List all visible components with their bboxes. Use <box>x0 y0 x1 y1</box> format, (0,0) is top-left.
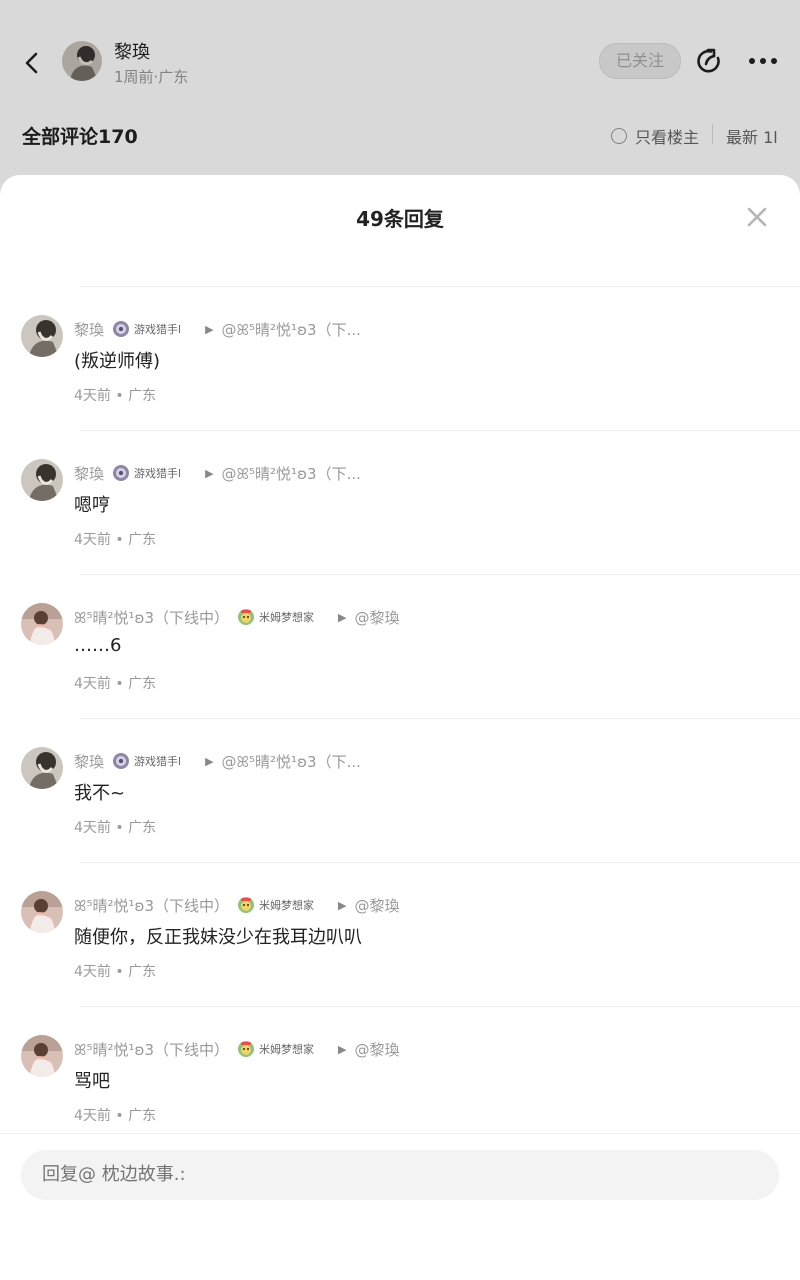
reply-header: ꕤ⁵晴²悦¹ʚ3（下线中） 米姆梦想家 ▶ @黎瑍 <box>74 607 400 627</box>
divider <box>0 1133 800 1134</box>
reply-item[interactable]: ꕤ⁵晴²悦¹ʚ3（下线中） 米姆梦想家 ▶ @黎瑍随便你，反正我妹没少在我耳边叭叭 4天… <box>0 863 800 1007</box>
user-badge-label: 米姆梦想家 <box>259 611 315 624</box>
reply-target-user[interactable]: @ꕤ⁵晴²悦¹ʚ3（下... <box>222 463 361 484</box>
reply-to-arrow-icon: ▶ <box>338 610 347 624</box>
reply-to-arrow-icon: ▶ <box>205 754 214 768</box>
reply-target-user[interactable]: @黎瑍 <box>355 895 400 916</box>
reply-username[interactable]: 黎瑍 <box>74 463 104 484</box>
reply-text: 随便你，反正我妹没少在我耳边叭叭 <box>74 927 362 948</box>
reply-header: 黎瑍 游戏猎手l ▶ @ꕤ⁵晴²悦¹ʚ3（下... <box>74 463 361 483</box>
reply-time-location: 4天前 • 广东 <box>74 820 157 836</box>
sheet-title: 49条回复 <box>356 207 444 231</box>
reply-username[interactable]: ꕤ⁵晴²悦¹ʚ3（下线中） <box>74 1039 229 1060</box>
reply-to-arrow-icon: ▶ <box>205 322 214 336</box>
replies-sheet: 49条回复 黎瑍 游戏猎手l ▶ @ꕤ⁵晴²悦¹ʚ3（下... (叛逆师傅) 4天前 • … <box>0 175 800 1280</box>
reply-target-user[interactable]: @ꕤ⁵晴²悦¹ʚ3（下... <box>222 751 361 772</box>
reply-header: 黎瑍 游戏猎手l ▶ @ꕤ⁵晴²悦¹ʚ3（下... <box>74 319 361 339</box>
reply-to-arrow-icon: ▶ <box>338 898 347 912</box>
user-avatar[interactable] <box>21 1035 63 1077</box>
reply-time-location: 4天前 • 广东 <box>74 1108 157 1124</box>
meme-dreamer-badge-icon <box>237 896 255 914</box>
reply-to-arrow-icon: ▶ <box>338 1042 347 1056</box>
user-badge-label: 游戏猎手l <box>134 467 182 480</box>
reply-target-user[interactable]: @黎瑍 <box>355 1039 400 1060</box>
reply-time-location: 4天前 • 广东 <box>74 388 157 404</box>
reply-input[interactable] <box>21 1150 779 1200</box>
reply-item[interactable]: ꕤ⁵晴²悦¹ʚ3（下线中） 米姆梦想家 ▶ @黎瑍 ……6 4天前 • 广东 <box>0 575 800 719</box>
close-icon[interactable] <box>744 204 770 230</box>
user-badge[interactable]: 米姆梦想家 <box>237 1040 314 1058</box>
reply-username[interactable]: 黎瑍 <box>74 751 104 772</box>
user-avatar[interactable] <box>21 459 63 501</box>
user-avatar[interactable] <box>21 891 63 933</box>
reply-header: ꕤ⁵晴²悦¹ʚ3（下线中） 米姆梦想家 ▶ @黎瑍 <box>74 895 400 915</box>
user-badge-label: 游戏猎手l <box>134 755 182 768</box>
reply-item[interactable]: 黎瑍 游戏猎手l ▶ @ꕤ⁵晴²悦¹ʚ3（下... 嗯哼 4天前 • 广东 <box>0 431 800 575</box>
user-badge[interactable]: 游戏猎手l <box>112 752 181 770</box>
reply-target-user[interactable]: @黎瑍 <box>355 607 400 628</box>
reply-username[interactable]: 黎瑍 <box>74 319 104 340</box>
game-hunter-badge-icon <box>112 320 130 338</box>
reply-item[interactable]: 黎瑍 游戏猎手l ▶ @ꕤ⁵晴²悦¹ʚ3（下... (叛逆师傅) 4天前 • 广东 <box>0 287 800 431</box>
reply-item[interactable]: ꕤ⁵晴²悦¹ʚ3（下线中） 米姆梦想家 ▶ @黎瑍骂吧 4天前 • 广东 <box>0 1007 800 1151</box>
reply-to-arrow-icon: ▶ <box>205 466 214 480</box>
reply-text: 我不~ <box>74 783 126 804</box>
user-avatar[interactable] <box>21 315 63 357</box>
reply-text: 骂吧 <box>74 1071 110 1092</box>
reply-time-location: 4天前 • 广东 <box>74 676 157 692</box>
reply-time-location: 4天前 • 广东 <box>74 964 157 980</box>
meme-dreamer-badge-icon <box>237 608 255 626</box>
reply-header: ꕤ⁵晴²悦¹ʚ3（下线中） 米姆梦想家 ▶ @黎瑍 <box>74 1039 400 1059</box>
reply-username[interactable]: ꕤ⁵晴²悦¹ʚ3（下线中） <box>74 607 229 628</box>
user-badge-label: 米姆梦想家 <box>259 899 315 912</box>
user-badge-label: 米姆梦想家 <box>259 1043 315 1056</box>
user-badge[interactable]: 米姆梦想家 <box>237 608 314 626</box>
reply-item[interactable]: 黎瑍 游戏猎手l ▶ @ꕤ⁵晴²悦¹ʚ3（下... 我不~ 4天前 • 广东 <box>0 719 800 863</box>
user-badge[interactable]: 游戏猎手l <box>112 464 181 482</box>
user-badge[interactable]: 游戏猎手l <box>112 320 181 338</box>
reply-text: 嗯哼 <box>74 495 110 516</box>
reply-text: (叛逆师傅) <box>74 351 161 372</box>
user-avatar[interactable] <box>21 747 63 789</box>
reply-username[interactable]: ꕤ⁵晴²悦¹ʚ3（下线中） <box>74 895 229 916</box>
user-avatar[interactable] <box>21 603 63 645</box>
game-hunter-badge-icon <box>112 464 130 482</box>
user-badge-label: 游戏猎手l <box>134 323 182 336</box>
reply-text: ……6 <box>74 635 122 656</box>
reply-header: 黎瑍 游戏猎手l ▶ @ꕤ⁵晴²悦¹ʚ3（下... <box>74 751 361 771</box>
user-badge[interactable]: 米姆梦想家 <box>237 896 314 914</box>
game-hunter-badge-icon <box>112 752 130 770</box>
reply-target-user[interactable]: @ꕤ⁵晴²悦¹ʚ3（下... <box>222 319 361 340</box>
reply-time-location: 4天前 • 广东 <box>74 532 157 548</box>
meme-dreamer-badge-icon <box>237 1040 255 1058</box>
